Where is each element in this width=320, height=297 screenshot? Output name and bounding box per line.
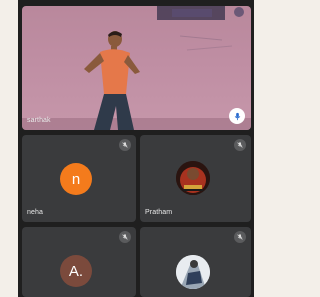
muted-badge (119, 139, 131, 151)
main-speaker-tile[interactable]: sarthak (22, 6, 251, 130)
participant-name: neha (27, 209, 43, 216)
participant-tile-a[interactable]: A. (22, 227, 136, 297)
participant-tile-4[interactable] (140, 227, 251, 297)
muted-badge (234, 139, 246, 151)
participant-tile-pratham[interactable]: Pratham (140, 135, 251, 222)
avatar (176, 161, 210, 195)
speaker-name: sarthak (27, 117, 51, 124)
mic-off-icon (237, 142, 243, 148)
avatar: n (60, 163, 92, 195)
profile-photo (176, 255, 210, 289)
avatar (176, 255, 210, 289)
profile-photo (176, 161, 210, 195)
muted-badge (119, 231, 131, 243)
video-call-screen: sarthak n neha Pratham A. (18, 0, 254, 297)
mic-button[interactable] (229, 108, 245, 124)
mic-off-icon (237, 234, 243, 240)
participant-name: Pratham (145, 209, 173, 216)
muted-badge (234, 231, 246, 243)
speaker-video-feed (22, 6, 251, 130)
mic-icon (234, 112, 240, 120)
avatar-letter: A. (68, 262, 84, 280)
mic-off-icon (122, 234, 128, 240)
participant-tile-neha[interactable]: n neha (22, 135, 136, 222)
mic-off-icon (122, 142, 128, 148)
avatar-letter: n (71, 170, 81, 188)
avatar: A. (60, 255, 92, 287)
